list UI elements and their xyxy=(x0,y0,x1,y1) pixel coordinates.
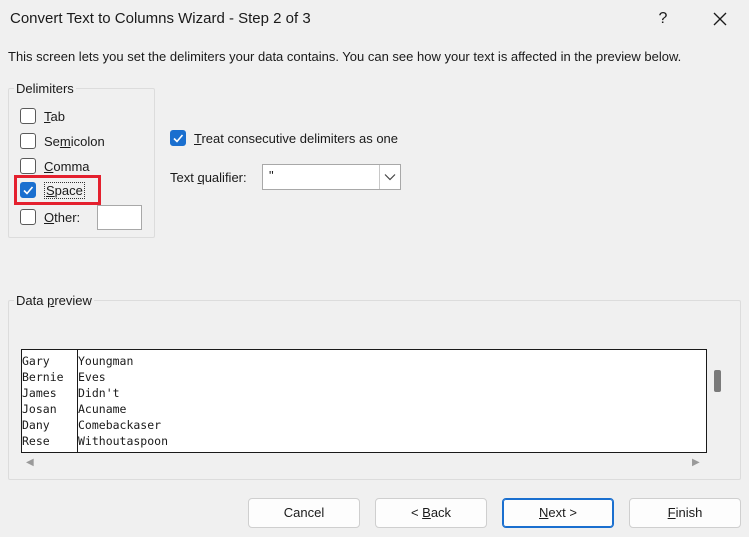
title-bar: Convert Text to Columns Wizard - Step 2 … xyxy=(0,0,749,38)
delimiter-comma-checkbox[interactable]: Comma xyxy=(20,156,90,176)
table-cell: Dany xyxy=(22,418,50,432)
checkbox-box[interactable] xyxy=(20,209,36,225)
consecutive-delimiters-checkbox[interactable]: Treat consecutive delimiters as one xyxy=(170,128,398,148)
scroll-left-arrow[interactable]: ◀ xyxy=(26,457,36,469)
finish-button[interactable]: Finish xyxy=(629,498,741,528)
window-title: Convert Text to Columns Wizard - Step 2 … xyxy=(10,10,311,27)
checkbox-box[interactable] xyxy=(20,108,36,124)
table-cell: Withoutaspoon xyxy=(78,434,169,448)
accelerator-key: F xyxy=(667,505,676,520)
data-preview-group-label: Data preview xyxy=(14,293,94,308)
table-cell: Rese xyxy=(22,434,50,448)
close-icon xyxy=(713,12,727,26)
vertical-scrollbar-thumb[interactable] xyxy=(714,370,721,392)
table-cell: Eves xyxy=(78,370,106,384)
text-qualifier-label: Text qualifier: xyxy=(170,170,247,185)
delimiter-other-checkbox[interactable]: Other: xyxy=(20,207,80,227)
accelerator-key: N xyxy=(539,505,549,520)
intro-text: This screen lets you set the delimiters … xyxy=(8,49,682,64)
delimiters-group-label: Delimiters xyxy=(14,81,76,96)
accelerator-key: m xyxy=(59,133,71,149)
table-cell: Gary xyxy=(22,354,50,368)
checkbox-box[interactable] xyxy=(20,133,36,149)
data-preview-grid[interactable]: Gary Youngman Bernie Eves James Didn't J… xyxy=(21,349,707,453)
close-button[interactable] xyxy=(697,4,743,34)
table-cell: Youngman xyxy=(78,354,134,368)
other-delimiter-input[interactable] xyxy=(97,205,142,230)
next-button[interactable]: Next > xyxy=(502,498,614,528)
cancel-button[interactable]: Cancel xyxy=(248,498,360,528)
checkbox-box[interactable] xyxy=(170,130,186,146)
scroll-right-arrow[interactable]: ▶ xyxy=(692,457,702,469)
accelerator-key: O xyxy=(44,209,55,225)
table-cell: Bernie xyxy=(22,370,64,384)
accelerator-key: B xyxy=(422,505,431,520)
checkbox-box[interactable] xyxy=(20,158,36,174)
space-highlight-box xyxy=(14,175,101,205)
table-cell: Acuname xyxy=(78,402,127,416)
table-cell: Didn't xyxy=(78,386,120,400)
text-qualifier-select[interactable]: " xyxy=(262,164,401,190)
delimiter-semicolon-checkbox[interactable]: Semicolon xyxy=(20,131,105,151)
help-button[interactable]: ? xyxy=(640,4,686,34)
accelerator-key: C xyxy=(44,158,54,174)
text-qualifier-value: " xyxy=(269,168,274,183)
table-cell: Comebackaser xyxy=(78,418,162,432)
back-button[interactable]: < Back xyxy=(375,498,487,528)
checkmark-icon xyxy=(173,134,184,143)
accelerator-key: q xyxy=(197,170,205,185)
table-cell: James xyxy=(22,386,57,400)
table-cell: Josan xyxy=(22,402,57,416)
dropdown-button[interactable] xyxy=(379,165,400,189)
chevron-down-icon xyxy=(384,174,396,181)
delimiter-tab-checkbox[interactable]: Tab xyxy=(20,106,65,126)
